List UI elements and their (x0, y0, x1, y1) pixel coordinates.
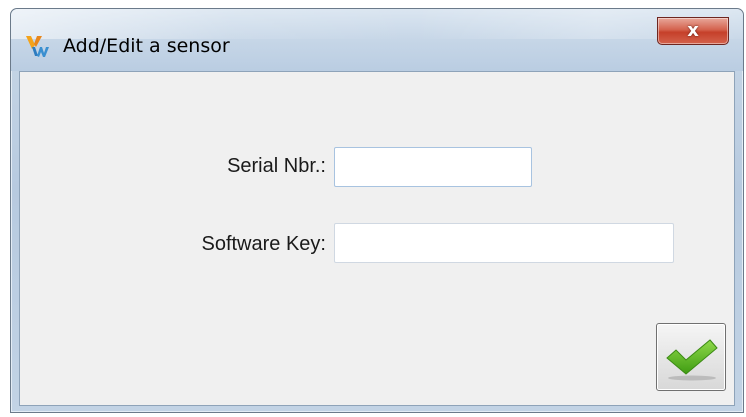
dialog-client-area: Serial Nbr.: Software Key: (19, 71, 735, 406)
close-button[interactable]: x (657, 17, 729, 45)
checkmark-icon (666, 339, 718, 381)
software-key-label: Software Key: (201, 233, 326, 255)
confirm-button[interactable] (656, 323, 726, 391)
serial-number-input[interactable] (334, 147, 532, 187)
software-key-input[interactable] (334, 223, 674, 263)
title-bar[interactable]: Add/Edit a sensor x (11, 9, 743, 71)
close-icon: x (687, 20, 699, 41)
dialog-window: Add/Edit a sensor x Serial Nbr.: Softwar… (10, 8, 744, 413)
window-title: Add/Edit a sensor (63, 35, 230, 57)
yw-logo-icon (24, 33, 50, 59)
serial-number-label: Serial Nbr.: (227, 155, 326, 177)
